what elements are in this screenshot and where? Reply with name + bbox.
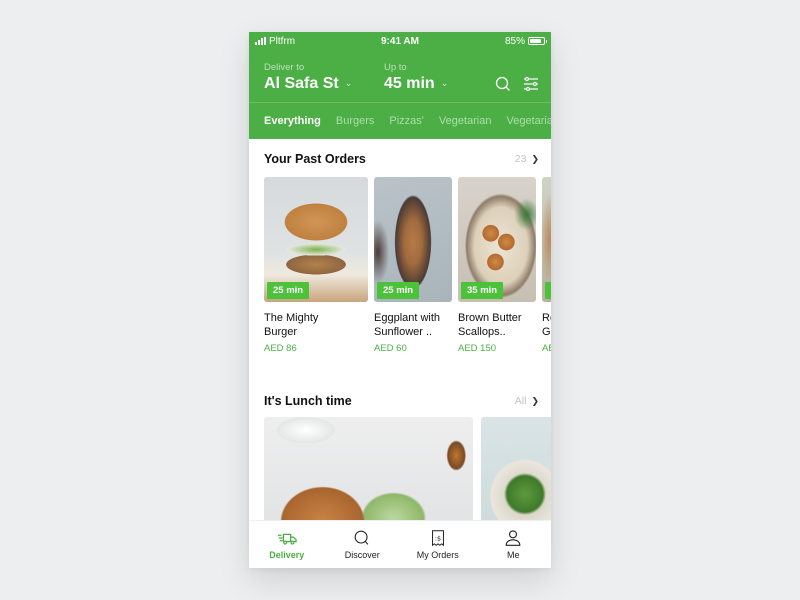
category-tab-vegetarian[interactable]: Vegetarian <box>439 115 492 127</box>
chevron-down-icon: ⌄ <box>440 77 449 88</box>
tab-label: Delivery <box>269 550 305 560</box>
delivery-time-value: 45 min <box>384 75 435 92</box>
search-icon <box>354 530 369 545</box>
battery-icon <box>528 37 547 45</box>
main-content: Your Past Orders 23 ❯ 25 min The Mighty B… <box>249 139 551 520</box>
item-price: AED 86 <box>264 343 297 354</box>
category-tab-pizzas[interactable]: Pizzas' <box>389 115 424 127</box>
chevron-down-icon: ⌄ <box>344 77 353 88</box>
food-image-sandwich <box>264 417 473 520</box>
delivery-time-label: Up to <box>384 62 407 73</box>
past-order-card[interactable]: 35 min Brown Butter Scallops.. AED 150 <box>458 177 536 354</box>
svg-text::$: :$ <box>435 535 441 542</box>
see-all-label: All <box>514 395 527 407</box>
item-price: AE <box>542 343 551 354</box>
food-image-salad <box>481 417 551 520</box>
past-order-card[interactable]: 25 min Eggplant with Sunflower .. AED 60 <box>374 177 452 354</box>
phone-screen: Pltfrm 9:41 AM 85% Deliver to Al Safa St… <box>249 32 551 568</box>
past-order-card[interactable]: 25 min The Mighty Burger AED 86 <box>264 177 368 354</box>
past-order-card[interactable]: 25 min RoGa AE <box>542 177 551 354</box>
tab-delivery[interactable]: Delivery <box>249 521 325 568</box>
category-tabs: Everything Burgers Pizzas' Vegetarian Ve… <box>249 102 551 139</box>
category-tab-everything[interactable]: Everything <box>264 115 321 127</box>
lunch-list <box>249 417 551 520</box>
section-title: Your Past Orders <box>264 152 366 166</box>
chevron-right-icon: ❯ <box>531 395 539 406</box>
deliver-to-label: Deliver to <box>264 62 305 73</box>
delivery-time-badge: 25 min <box>545 282 551 299</box>
lunch-see-all-link[interactable]: All ❯ <box>515 395 539 407</box>
deliver-to-value: Al Safa St <box>264 75 339 92</box>
delivery-time-selector[interactable]: Up to 45 min ⌄ <box>384 62 448 93</box>
carrier-name: Pltfrm <box>269 35 296 47</box>
item-name: Brown Butter <box>458 312 522 324</box>
delivery-truck-icon <box>277 533 297 545</box>
category-tab-vegetarian-2[interactable]: Vegetarian <box>507 115 552 127</box>
past-orders-see-all-link[interactable]: 23 ❯ <box>515 153 539 165</box>
item-name: Ro <box>542 312 551 324</box>
tab-discover[interactable]: Discover <box>325 521 401 568</box>
lunch-header: It's Lunch time All ❯ <box>249 394 551 408</box>
food-image-partial: 25 min <box>542 177 551 302</box>
past-orders-header: Your Past Orders 23 ❯ <box>249 152 551 166</box>
tab-label: Discover <box>344 550 380 560</box>
food-image-burger: 25 min <box>264 177 368 302</box>
battery-percent: 85% <box>504 35 525 47</box>
past-orders-count: 23 <box>514 153 527 165</box>
item-price: AED 60 <box>374 343 407 354</box>
item-name: The Mighty <box>264 312 319 324</box>
status-bar: Pltfrm 9:41 AM 85% <box>249 32 551 50</box>
past-orders-list: 25 min The Mighty Burger AED 86 25 min Eg… <box>249 177 551 354</box>
signal-icon <box>255 37 266 45</box>
lunch-card-salad[interactable] <box>481 417 551 520</box>
delivery-time-badge: 35 min <box>461 282 504 299</box>
food-image-scallops: 35 min <box>458 177 536 302</box>
food-image-eggplant: 25 min <box>374 177 452 302</box>
bottom-tab-bar: Delivery Discover :$ My Orders Me <box>249 520 551 568</box>
item-price: AED 150 <box>458 343 497 354</box>
tab-label: Me <box>506 550 520 560</box>
item-name: Eggplant with <box>374 312 441 324</box>
chevron-right-icon: ❯ <box>531 153 539 164</box>
delivery-time-badge: 25 min <box>377 282 420 299</box>
deliver-to-selector[interactable]: Deliver to Al Safa St ⌄ <box>264 62 384 93</box>
tab-me[interactable]: Me <box>476 521 552 568</box>
lunch-card-sandwich[interactable] <box>264 417 473 520</box>
filter-sliders-icon[interactable] <box>523 76 539 92</box>
search-icon[interactable] <box>495 76 511 92</box>
section-title: It's Lunch time <box>264 394 352 408</box>
receipt-icon: :$ <box>431 530 444 547</box>
delivery-time-badge: 25 min <box>267 282 310 299</box>
tab-label: My Orders <box>416 550 459 560</box>
category-tab-burgers[interactable]: Burgers <box>336 115 375 127</box>
app-header: Pltfrm 9:41 AM 85% Deliver to Al Safa St… <box>249 32 551 139</box>
tab-my-orders[interactable]: :$ My Orders <box>400 521 476 568</box>
user-icon <box>505 530 521 546</box>
